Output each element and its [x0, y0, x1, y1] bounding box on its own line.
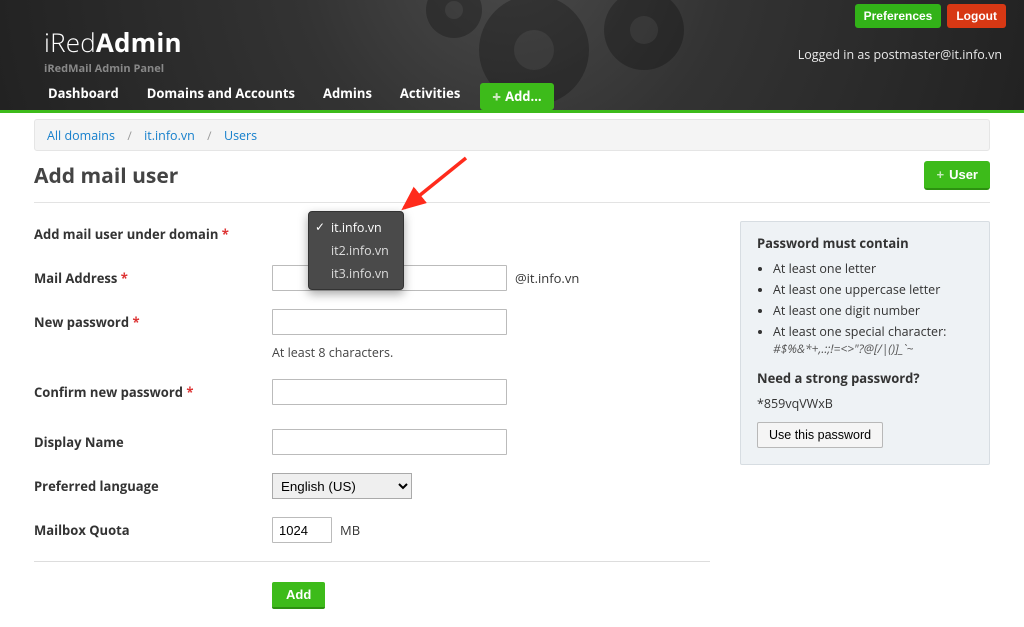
mail-label: Mail Address: [34, 269, 117, 287]
nav-domains[interactable]: Domains and Accounts: [133, 77, 309, 110]
submit-add-button[interactable]: Add: [272, 582, 325, 609]
nav-add-label: Add...: [505, 90, 542, 103]
crumb-domain[interactable]: it.info.vn: [144, 127, 195, 144]
crumb-users[interactable]: Users: [224, 127, 257, 144]
brand-bold: Admin: [96, 24, 182, 60]
confirm-password-input[interactable]: [272, 379, 507, 405]
brand: iRedAdmin iRedMail Admin Panel: [44, 24, 182, 76]
domain-option[interactable]: it2.info.vn: [309, 239, 403, 262]
display-name-input[interactable]: [272, 429, 507, 455]
language-label: Preferred language: [34, 473, 272, 495]
suggested-password: *859vqVWxB: [757, 395, 973, 412]
app-header: Preferences Logout Logged in as postmast…: [0, 0, 1024, 110]
password-rule: At least one letter: [773, 260, 973, 277]
strong-password-title: Need a strong password?: [757, 369, 973, 387]
nav-dashboard[interactable]: Dashboard: [34, 77, 133, 110]
password-hint: At least 8 characters.: [272, 344, 636, 361]
quota-unit: MB: [340, 521, 360, 539]
brand-prefix: iRed: [44, 24, 96, 60]
plus-icon: +: [936, 167, 944, 182]
language-select[interactable]: English (US): [272, 473, 412, 499]
nav-admins[interactable]: Admins: [309, 77, 386, 110]
nav-activities[interactable]: Activities: [386, 77, 474, 110]
add-user-tab-button[interactable]: + User: [924, 161, 990, 190]
logged-in-label: Logged in as postmaster@it.info.vn: [798, 46, 1002, 63]
new-password-label: New password: [34, 313, 129, 331]
password-rule: At least one uppercase letter: [773, 281, 973, 298]
domain-option[interactable]: it3.info.vn: [309, 262, 403, 285]
domain-label: Add mail user under domain: [34, 225, 218, 243]
crumb-sep: /: [118, 127, 140, 144]
main-nav: Dashboard Domains and Accounts Admins Ac…: [34, 74, 554, 110]
crumb-sep: /: [198, 127, 220, 144]
logout-button[interactable]: Logout: [947, 4, 1006, 28]
password-rules-title: Password must contain: [757, 234, 973, 252]
required-marker: *: [222, 225, 229, 243]
breadcrumb: All domains / it.info.vn / Users: [34, 119, 990, 151]
nav-underline: [0, 110, 1024, 113]
content: Add mail user + User it.info.vn it2.info…: [34, 161, 990, 627]
page-title: Add mail user: [34, 162, 178, 190]
quota-label: Mailbox Quota: [34, 517, 272, 539]
required-marker: *: [186, 383, 193, 401]
confirm-password-label: Confirm new password: [34, 383, 183, 401]
required-marker: *: [132, 313, 139, 331]
domain-option[interactable]: it.info.vn: [309, 216, 403, 239]
display-name-label: Display Name: [34, 429, 272, 451]
quota-input[interactable]: [272, 517, 332, 543]
nav-add-button[interactable]: + Add...: [480, 83, 553, 110]
user-button-label: User: [949, 167, 978, 182]
use-password-button[interactable]: Use this password: [757, 422, 883, 448]
form-separator: [34, 561, 710, 562]
password-rule: At least one special character: #$%&*+,.…: [773, 323, 973, 357]
special-chars: #$%&*+,.:;!=<>"?@[/|()]_`~: [773, 340, 973, 357]
required-marker: *: [121, 269, 128, 287]
password-rule: At least one digit number: [773, 302, 973, 319]
password-rules-panel: Password must contain At least one lette…: [740, 221, 990, 465]
domain-dropdown-menu: it.info.vn it2.info.vn it3.info.vn: [308, 211, 404, 290]
new-password-input[interactable]: [272, 309, 507, 335]
crumb-all-domains[interactable]: All domains: [47, 127, 115, 144]
mail-domain-suffix: @it.info.vn: [515, 269, 579, 287]
preferences-button[interactable]: Preferences: [855, 4, 942, 28]
